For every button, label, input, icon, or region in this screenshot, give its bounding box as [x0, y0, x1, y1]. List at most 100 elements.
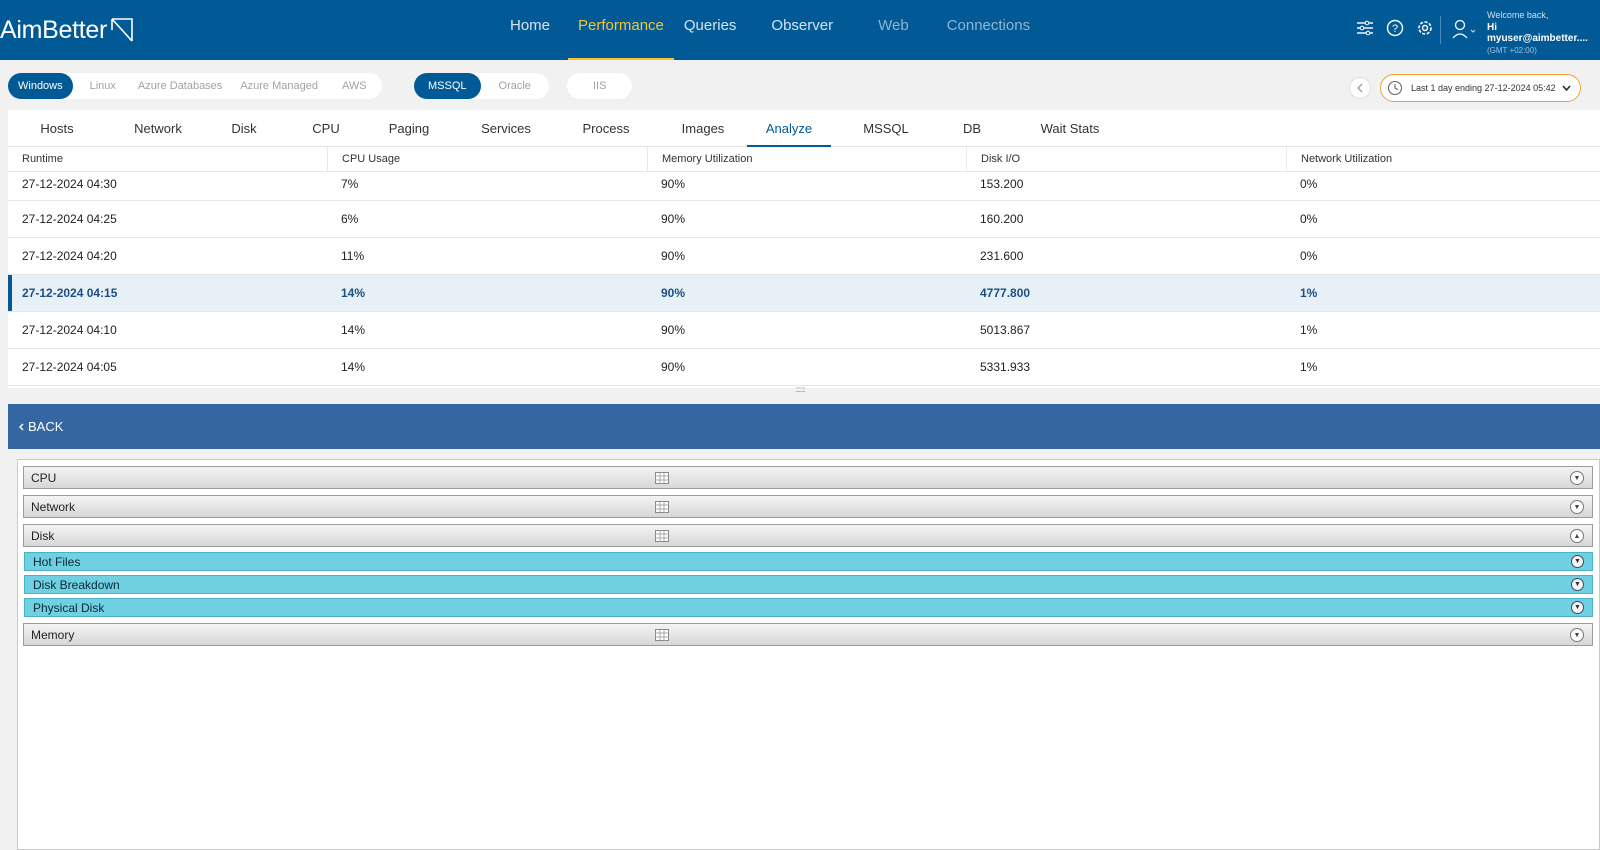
resize-handle[interactable]: :::::::: — [795, 385, 806, 394]
cell-memory-utilization: 90% — [661, 212, 686, 226]
platform-linux[interactable]: Linux — [81, 73, 125, 99]
expand-icon[interactable]: ▼ — [1571, 601, 1584, 614]
user-name: Hi myuser@aimbetter.... — [1487, 22, 1588, 44]
subsection-disk-breakdown[interactable]: Disk Breakdown ▼ — [24, 575, 1593, 594]
cell-network-utilization: 0% — [1300, 212, 1318, 226]
time-prev-button[interactable] — [1349, 77, 1371, 99]
nav-web[interactable]: Web — [868, 0, 919, 60]
section-disk[interactable]: Disk ▲ — [23, 524, 1593, 547]
welcome-text: Welcome back, — [1487, 10, 1549, 20]
table-grid-icon[interactable] — [655, 629, 669, 641]
cell-network-utilization: 1% — [1300, 286, 1318, 300]
col-runtime[interactable]: Runtime — [8, 147, 327, 172]
tab-hosts[interactable]: Hosts — [22, 110, 92, 147]
analyze-panel: CPU ▼ Network ▼ Disk ▲ Hot Files ▼ Disk … — [17, 459, 1600, 850]
nav-home[interactable]: Home — [500, 0, 560, 60]
tab-disk[interactable]: Disk — [216, 110, 272, 147]
logo[interactable]: AimBetter — [0, 13, 135, 47]
col-cpu-usage[interactable]: CPU Usage — [327, 147, 647, 172]
subsection-label: Physical Disk — [33, 600, 105, 615]
clock-icon — [1387, 80, 1403, 96]
cell-disk-io: 4777.800 — [980, 286, 1031, 300]
user-greeting[interactable]: Welcome back, Hi myuser@aimbetter.... (G… — [1487, 10, 1600, 56]
tab-mssql[interactable]: MSSQL — [853, 110, 919, 147]
col-network-utilization[interactable]: Network Utilization — [1286, 147, 1600, 172]
table-grid-icon[interactable] — [655, 530, 669, 542]
time-range-picker[interactable]: Last 1 day ending 27-12-2024 05:42 — [1380, 74, 1581, 102]
main-nav: Home Performance Queries Observer Web Co… — [500, 0, 1040, 60]
cell-memory-utilization: 90% — [661, 323, 686, 337]
header-icons: ? — [1355, 18, 1435, 38]
table-row[interactable]: 27-12-2024 04:30 7% 90% 153.200 0% — [8, 172, 1600, 201]
section-memory[interactable]: Memory ▼ — [23, 623, 1593, 646]
cell-memory-utilization: 90% — [661, 286, 686, 300]
nav-connections[interactable]: Connections — [937, 0, 1040, 60]
tab-paging[interactable]: Paging — [376, 110, 442, 147]
expand-icon[interactable]: ▼ — [1571, 578, 1584, 591]
collapse-icon[interactable]: ▲ — [1570, 529, 1584, 543]
engine-selector: MSSQL Oracle — [414, 73, 549, 99]
expand-icon[interactable]: ▼ — [1570, 500, 1584, 514]
help-icon[interactable]: ? — [1385, 18, 1405, 38]
table-row[interactable]: 27-12-2024 04:20 11% 90% 231.600 0% — [8, 238, 1600, 275]
engine-oracle[interactable]: Oracle — [481, 73, 549, 99]
table-row[interactable]: 27-12-2024 04:10 14% 90% 5013.867 1% — [8, 312, 1600, 349]
cell-network-utilization: 0% — [1300, 249, 1318, 263]
section-label: Network — [31, 499, 76, 514]
chevron-left-icon — [1357, 83, 1363, 93]
nav-queries[interactable]: Queries — [674, 0, 747, 60]
table-row[interactable]: 27-12-2024 04:05 14% 90% 5331.933 1% — [8, 349, 1600, 386]
cell-cpu-usage: 14% — [341, 360, 366, 374]
cell-runtime: 27-12-2024 04:10 — [22, 323, 117, 337]
tab-services[interactable]: Services — [466, 110, 546, 147]
subsection-hot-files[interactable]: Hot Files ▼ — [24, 552, 1593, 571]
expand-icon[interactable]: ▼ — [1571, 555, 1584, 568]
cell-memory-utilization: 90% — [661, 177, 686, 191]
tab-network[interactable]: Network — [118, 110, 198, 147]
subsection-physical-disk[interactable]: Physical Disk ▼ — [24, 598, 1593, 617]
cell-runtime: 27-12-2024 04:30 — [22, 177, 117, 191]
cell-runtime: 27-12-2024 04:15 — [22, 286, 118, 300]
top-header: AimBetter Home Performance Queries Obser… — [0, 0, 1600, 60]
table-row[interactable]: 27-12-2024 04:25 6% 90% 160.200 0% — [8, 201, 1600, 238]
gear-icon[interactable] — [1415, 18, 1435, 38]
tab-db[interactable]: DB — [950, 110, 994, 147]
user-icon[interactable] — [1452, 18, 1476, 40]
table-grid-icon[interactable] — [655, 501, 669, 513]
table-row[interactable]: 27-12-2024 04:15 14% 90% 4777.800 1% — [8, 275, 1600, 312]
platform-windows[interactable]: Windows — [8, 73, 73, 99]
platform-azure-databases[interactable]: Azure Databases — [129, 73, 231, 99]
tab-analyze[interactable]: Analyze — [747, 110, 831, 147]
time-range-label: Last 1 day ending 27-12-2024 05:42 — [1411, 83, 1556, 93]
filter-settings-icon[interactable] — [1355, 18, 1375, 38]
platform-aws[interactable]: AWS — [333, 73, 376, 99]
tab-images[interactable]: Images — [668, 110, 738, 147]
engine-mssql[interactable]: MSSQL — [414, 73, 481, 99]
header-divider — [1440, 16, 1441, 44]
user-timezone: (GMT +02:00) — [1487, 46, 1537, 55]
tab-cpu[interactable]: CPU — [298, 110, 354, 147]
back-label: BACK — [28, 419, 64, 434]
cell-runtime: 27-12-2024 04:05 — [22, 360, 117, 374]
tab-wait-stats[interactable]: Wait Stats — [1024, 110, 1116, 147]
table-header: Runtime CPU Usage Memory Utilization Dis… — [8, 147, 1600, 172]
col-memory-utilization[interactable]: Memory Utilization — [647, 147, 966, 172]
expand-icon[interactable]: ▼ — [1570, 471, 1584, 485]
cell-disk-io: 160.200 — [980, 212, 1024, 226]
col-disk-io[interactable]: Disk I/O — [966, 147, 1286, 172]
chevron-left-icon — [19, 423, 24, 430]
engine-iis[interactable]: IIS — [567, 73, 632, 99]
nav-observer[interactable]: Observer — [761, 0, 843, 60]
expand-icon[interactable]: ▼ — [1570, 628, 1584, 642]
platform-azure-managed[interactable]: Azure Managed — [231, 73, 327, 99]
section-network[interactable]: Network ▼ — [23, 495, 1593, 518]
logo-text: AimBetter — [0, 15, 108, 44]
nav-performance[interactable]: Performance — [568, 0, 674, 60]
table-grid-icon[interactable] — [655, 472, 669, 484]
back-button[interactable]: BACK — [8, 404, 1600, 449]
cell-network-utilization: 0% — [1300, 177, 1318, 191]
cell-disk-io: 231.600 — [980, 249, 1024, 263]
section-cpu[interactable]: CPU ▼ — [23, 466, 1593, 489]
cell-runtime: 27-12-2024 04:25 — [22, 212, 117, 226]
tab-process[interactable]: Process — [568, 110, 644, 147]
